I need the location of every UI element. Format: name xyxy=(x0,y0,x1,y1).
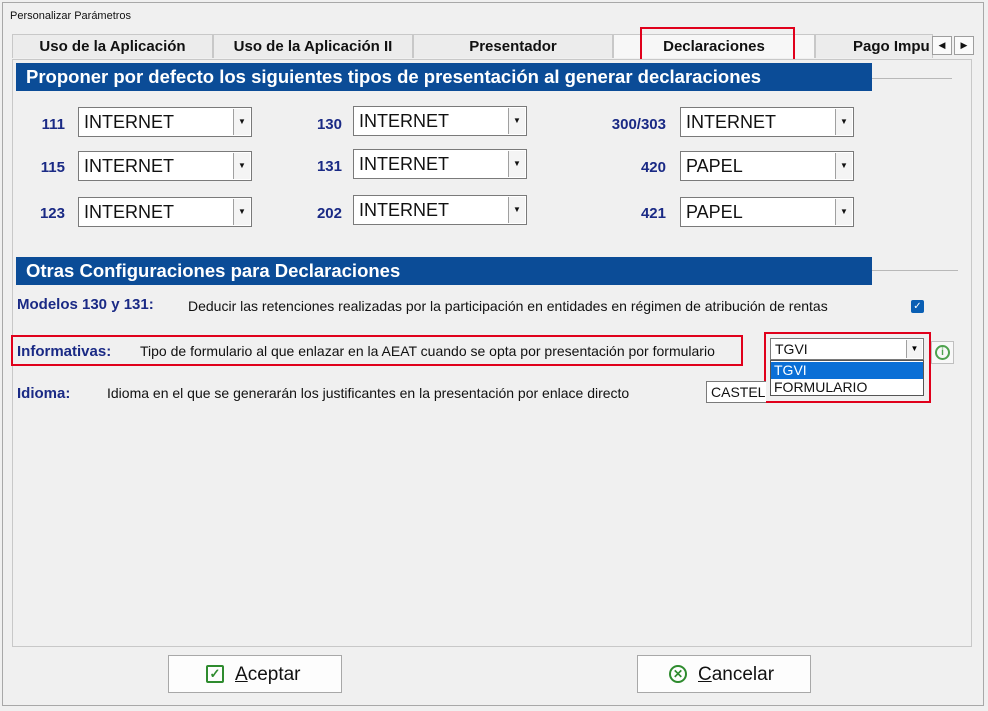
informativas-value: TGVI xyxy=(775,341,808,357)
informativas-description: Tipo de formulario al que enlazar en la … xyxy=(140,343,715,359)
tab-uso-aplicacion[interactable]: Uso de la Aplicación xyxy=(12,34,213,58)
model-202-select[interactable]: INTERNET ▼ xyxy=(353,195,527,225)
model-131-select[interactable]: INTERNET ▼ xyxy=(353,149,527,179)
dropdown-option-tgvi[interactable]: TGVI xyxy=(771,362,923,379)
info-icon: i xyxy=(935,345,950,360)
dropdown-arrow-icon: ▼ xyxy=(906,340,922,358)
tab-presentador[interactable]: Presentador xyxy=(413,34,613,58)
model-420-select[interactable]: PAPEL ▼ xyxy=(680,151,854,181)
idioma-label: Idioma: xyxy=(17,385,71,402)
cancelar-button[interactable]: ✕ Cancelar xyxy=(637,655,811,693)
dropdown-option-formulario[interactable]: FORMULARIO xyxy=(771,379,923,396)
tab-uso-aplicacion-ii[interactable]: Uso de la Aplicación II xyxy=(213,34,413,58)
dropdown-arrow-icon: ▼ xyxy=(233,109,250,135)
dropdown-arrow-icon: ▼ xyxy=(508,108,525,134)
model-115-value: INTERNET xyxy=(84,156,174,176)
aceptar-label: ceptar xyxy=(247,664,301,685)
model-code-300-303: 300/303 xyxy=(611,116,666,133)
section-header-presentation: Proponer por defecto los siguientes tipo… xyxy=(16,63,872,91)
tab-bar: Uso de la Aplicación Uso de la Aplicació… xyxy=(12,34,972,59)
modelos-130-131-description: Deducir las retenciones realizadas por l… xyxy=(188,298,828,314)
window-title: Personalizar Parámetros xyxy=(10,10,132,22)
model-421-value: PAPEL xyxy=(686,202,743,222)
model-123-value: INTERNET xyxy=(84,202,174,222)
dropdown-arrow-icon: ▼ xyxy=(835,109,852,135)
model-115-select[interactable]: INTERNET ▼ xyxy=(78,151,252,181)
model-420-value: PAPEL xyxy=(686,156,743,176)
dropdown-arrow-icon: ▼ xyxy=(233,199,250,225)
section-divider xyxy=(872,78,952,79)
informativas-select[interactable]: TGVI ▼ xyxy=(770,338,924,360)
dropdown-arrow-icon: ▼ xyxy=(233,153,250,179)
model-111-select[interactable]: INTERNET ▼ xyxy=(78,107,252,137)
model-421-select[interactable]: PAPEL ▼ xyxy=(680,197,854,227)
dropdown-arrow-icon: ▼ xyxy=(508,151,525,177)
idioma-description: Idioma en el que se generarán los justif… xyxy=(107,385,630,401)
model-123-select[interactable]: INTERNET ▼ xyxy=(78,197,252,227)
tab-scroll-left-icon[interactable]: ◀ xyxy=(932,36,952,55)
model-code-130: 130 xyxy=(316,116,342,133)
informativas-dropdown-list: TGVI FORMULARIO xyxy=(770,360,924,396)
cancel-icon: ✕ xyxy=(669,665,687,683)
model-code-420: 420 xyxy=(640,159,666,176)
modelos-130-131-label: Modelos 130 y 131: xyxy=(17,296,154,313)
model-code-115: 115 xyxy=(40,159,65,176)
model-code-123: 123 xyxy=(39,205,65,222)
model-300-303-value: INTERNET xyxy=(686,112,776,132)
model-code-111: 111 xyxy=(41,116,65,133)
section-header-otras-configuraciones: Otras Configuraciones para Declaraciones xyxy=(16,257,872,285)
cancelar-label: ancelar xyxy=(711,664,775,685)
info-button[interactable]: i xyxy=(931,341,954,364)
model-130-value: INTERNET xyxy=(359,111,449,131)
aceptar-mnemonic: A xyxy=(235,664,248,685)
model-111-value: INTERNET xyxy=(84,112,174,132)
tab-declaraciones[interactable]: Declaraciones xyxy=(613,34,815,58)
idioma-value: CASTEL xyxy=(711,384,766,400)
informativas-label: Informativas: xyxy=(17,343,112,360)
deducir-retenciones-checkbox[interactable]: ✓ xyxy=(911,300,924,313)
dropdown-arrow-icon: ▼ xyxy=(508,197,525,223)
section-divider xyxy=(872,270,958,271)
model-code-131: 131 xyxy=(316,158,342,175)
aceptar-button[interactable]: ✓ Aceptar xyxy=(168,655,342,693)
model-131-value: INTERNET xyxy=(359,154,449,174)
cancelar-mnemonic: C xyxy=(698,664,712,685)
idioma-select[interactable]: CASTEL xyxy=(706,381,766,403)
tab-pago-impuestos[interactable]: Pago Impu xyxy=(815,34,933,58)
tab-scroll-right-icon[interactable]: ▶ xyxy=(954,36,974,55)
model-code-202: 202 xyxy=(316,205,342,222)
model-130-select[interactable]: INTERNET ▼ xyxy=(353,106,527,136)
model-300-303-select[interactable]: INTERNET ▼ xyxy=(680,107,854,137)
check-icon: ✓ xyxy=(206,665,224,683)
dropdown-arrow-icon: ▼ xyxy=(835,153,852,179)
model-202-value: INTERNET xyxy=(359,200,449,220)
dropdown-arrow-icon: ▼ xyxy=(835,199,852,225)
model-code-421: 421 xyxy=(640,205,666,222)
